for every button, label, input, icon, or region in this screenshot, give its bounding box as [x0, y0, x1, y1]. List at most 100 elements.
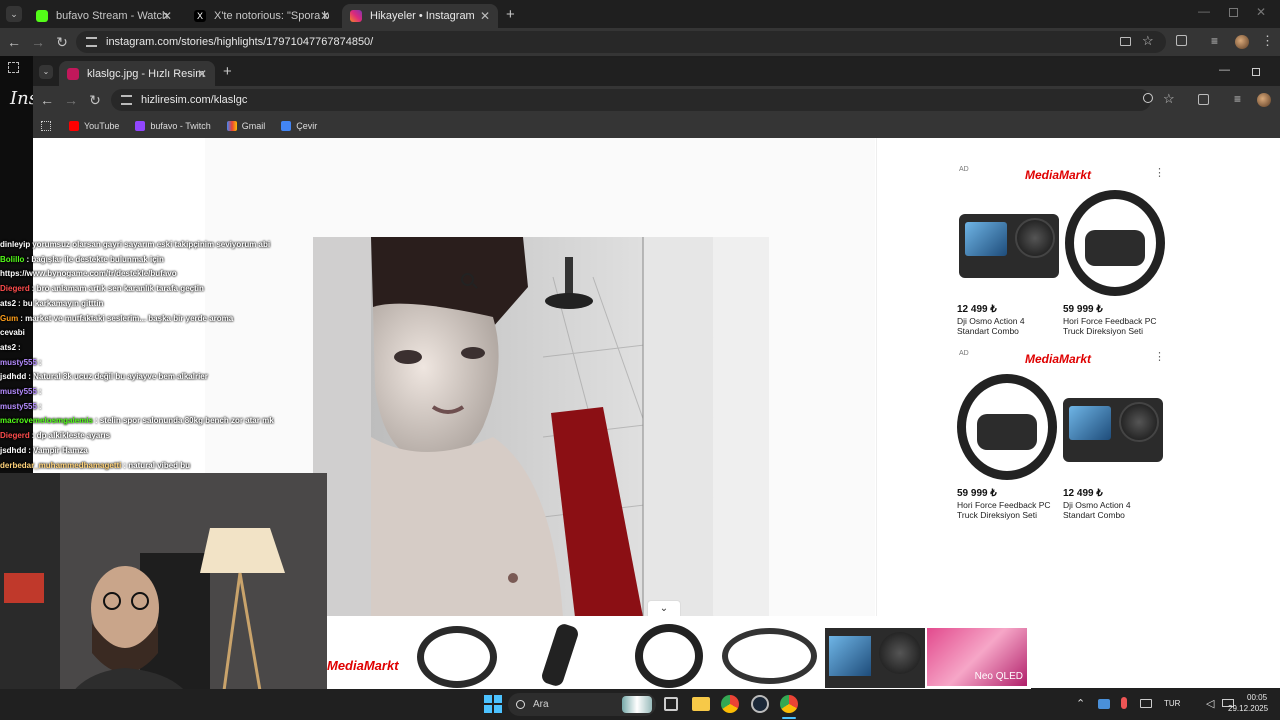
clock-date[interactable]: 29.12.2025 — [1228, 704, 1268, 713]
chat-text: : bro anlamam artık sen karanlık tarafa … — [31, 284, 204, 294]
hizliresim-favicon-icon — [67, 67, 79, 80]
bookmark-twitch[interactable]: bufavo - Twitch — [135, 121, 211, 131]
bottom-banner-ad[interactable]: MediaMarkt Neo QLED — [327, 616, 1031, 689]
x-favicon-icon: X — [194, 10, 206, 22]
chat-username[interactable]: Bolillo — [0, 255, 24, 264]
bookmark-gmail[interactable]: Gmail — [226, 121, 265, 131]
chat-username[interactable]: Diegerd — [0, 284, 30, 293]
mediamarkt-logo: MediaMarkt — [1025, 168, 1092, 182]
ad-product-camera[interactable]: 12 499 ₺ Dji Osmo Action 4 Standart Comb… — [957, 190, 1059, 336]
ad-product-wheel[interactable]: 59 999 ₺ Hori Force Feedback PC Truck Di… — [1063, 190, 1165, 336]
outer-tab-1[interactable]: bufavo Stream - Watch Live on ✕ — [28, 4, 180, 28]
network-icon[interactable] — [1098, 699, 1110, 709]
task-view-icon[interactable] — [664, 697, 678, 711]
extensions-icon[interactable] — [1176, 35, 1187, 46]
windows-taskbar: Ara ⌃ TUR ◁ 00:05 29.12.2025 — [0, 689, 1280, 720]
reading-list-icon[interactable]: ≡ — [1211, 34, 1218, 48]
product-price: 12 499 ₺ — [1063, 488, 1103, 499]
tab-title: bufavo Stream - Watch Live on — [56, 10, 172, 22]
new-tab-icon[interactable]: + — [506, 6, 515, 23]
close-tab-icon[interactable]: ✕ — [162, 9, 172, 23]
bookmark-star-icon[interactable]: ☆ — [1163, 91, 1175, 107]
speaker-icon[interactable]: ◁ — [1206, 697, 1214, 710]
new-tab-icon[interactable]: + — [223, 63, 232, 80]
steering-wheel-image — [957, 374, 1057, 482]
chat-username[interactable]: musty555 — [0, 387, 37, 396]
tab-list-menu-button[interactable]: ⌄ — [6, 6, 22, 22]
product-price: 59 999 ₺ — [957, 488, 997, 499]
ad-options-icon[interactable]: ⋮ — [1154, 166, 1165, 179]
chat-username[interactable]: ats2 — [0, 343, 16, 352]
chat-username[interactable]: cevabi — [0, 328, 25, 337]
mediamarkt-logo: MediaMarkt — [1025, 352, 1092, 366]
profile-avatar[interactable] — [1235, 35, 1249, 49]
close-tab-icon[interactable]: ✕ — [320, 9, 330, 23]
outer-address-bar[interactable]: instagram.com/stories/highlights/1797104… — [76, 31, 1166, 53]
reading-list-icon[interactable]: ≡ — [1234, 92, 1241, 106]
chat-username[interactable]: dinleyip — [0, 240, 30, 249]
chat-username[interactable]: Gum — [0, 314, 18, 323]
clock-time[interactable]: 00:05 — [1247, 693, 1267, 702]
profile-avatar[interactable] — [1257, 93, 1271, 107]
steam-icon[interactable] — [751, 695, 769, 713]
ad-card-1[interactable]: AD MediaMarkt ⋮ 12 499 ₺ Dji Osmo Action… — [953, 162, 1173, 342]
maximize-icon[interactable] — [1252, 68, 1260, 76]
back-icon[interactable]: ← — [39, 92, 55, 108]
zoom-icon[interactable] — [1143, 93, 1153, 103]
site-info-icon[interactable] — [86, 37, 97, 47]
microphone-icon[interactable] — [1121, 697, 1127, 709]
chat-message: Gum: market ve mutfaktaki seslerim... ba… — [0, 312, 330, 327]
language-indicator[interactable]: TUR — [1164, 699, 1180, 708]
inner-address-bar[interactable]: hizliresim.com/klaslgc — [111, 89, 1151, 111]
windows-start-icon[interactable] — [484, 695, 502, 713]
chat-username[interactable]: derbedar_muhammedhamagetti — [0, 461, 121, 470]
ad-options-icon[interactable]: ⋮ — [1154, 350, 1165, 363]
apps-grid-icon[interactable] — [41, 121, 51, 131]
maximize-icon[interactable] — [1229, 8, 1238, 17]
inner-tab-1[interactable]: klaslgc.jpg - Hızlı Resim ✕ — [59, 61, 215, 86]
reload-icon[interactable]: ↻ — [87, 92, 103, 108]
chevron-down-icon[interactable]: ⌄ — [647, 600, 681, 617]
taskbar-search-box[interactable]: Ara — [508, 693, 656, 716]
bookmark-youtube[interactable]: YouTube — [69, 121, 119, 131]
show-hidden-icons-icon[interactable]: ⌃ — [1076, 697, 1085, 710]
close-window-icon[interactable]: ✕ — [1256, 5, 1266, 19]
reload-icon[interactable]: ↻ — [54, 34, 70, 50]
chrome-icon-active[interactable] — [780, 695, 798, 713]
chat-username[interactable]: macrovemelosmgalemis — [0, 416, 93, 425]
bookmark-star-icon[interactable]: ☆ — [1142, 33, 1154, 49]
tab-search-icon[interactable]: ⌄ — [39, 65, 53, 79]
minimize-icon[interactable]: — — [1219, 64, 1230, 76]
keyboard-icon[interactable] — [1140, 699, 1152, 708]
chat-username[interactable]: musty555 — [0, 402, 37, 411]
menu-kebab-icon[interactable]: ⋮ — [1261, 33, 1274, 49]
chat-username[interactable]: jsdhdd — [0, 446, 26, 455]
chat-message: cevabi — [0, 326, 330, 341]
chrome-icon[interactable] — [721, 695, 739, 713]
outer-tab-2[interactable]: X X'te notorious: "Spora başlıcam ✕ — [186, 4, 338, 28]
chat-username[interactable]: Diegerd — [0, 431, 30, 440]
product-name: Hori Force Feedback PC Truck Direksiyon … — [957, 500, 1051, 520]
extensions-icon[interactable] — [1198, 94, 1209, 105]
minimize-icon[interactable]: — — [1198, 4, 1210, 18]
close-tab-icon[interactable]: ✕ — [480, 9, 490, 23]
forward-icon[interactable]: → — [30, 34, 46, 50]
close-tab-icon[interactable]: ✕ — [197, 67, 207, 81]
cast-icon[interactable] — [1120, 37, 1131, 46]
bookmark-translate[interactable]: Çevir — [281, 121, 317, 131]
chat-username[interactable]: ats2 — [0, 299, 16, 308]
chat-username[interactable]: musty555 — [0, 358, 37, 367]
chat-username[interactable]: https://www.bynogame.com/tr/destekle/buf… — [0, 269, 177, 278]
apps-grid-icon[interactable] — [8, 62, 19, 73]
back-icon[interactable]: ← — [6, 34, 22, 50]
file-explorer-icon[interactable] — [692, 697, 710, 711]
forward-icon[interactable]: → — [63, 92, 79, 108]
uploaded-photo[interactable] — [313, 237, 769, 617]
chat-message: derbedar_muhammedhamagetti: natural vibe… — [0, 459, 330, 474]
ad-product-camera[interactable]: 12 499 ₺ Dji Osmo Action 4 Standart Comb… — [1063, 374, 1163, 520]
site-info-icon[interactable] — [121, 95, 132, 105]
ad-product-wheel[interactable]: 59 999 ₺ Hori Force Feedback PC Truck Di… — [957, 374, 1057, 520]
ad-card-2[interactable]: AD MediaMarkt ⋮ 59 999 ₺ Hori Force Feed… — [953, 346, 1173, 526]
outer-tab-3[interactable]: Hikayeler • Instagram ✕ — [342, 4, 498, 28]
chat-username[interactable]: jsdhdd — [0, 372, 26, 381]
